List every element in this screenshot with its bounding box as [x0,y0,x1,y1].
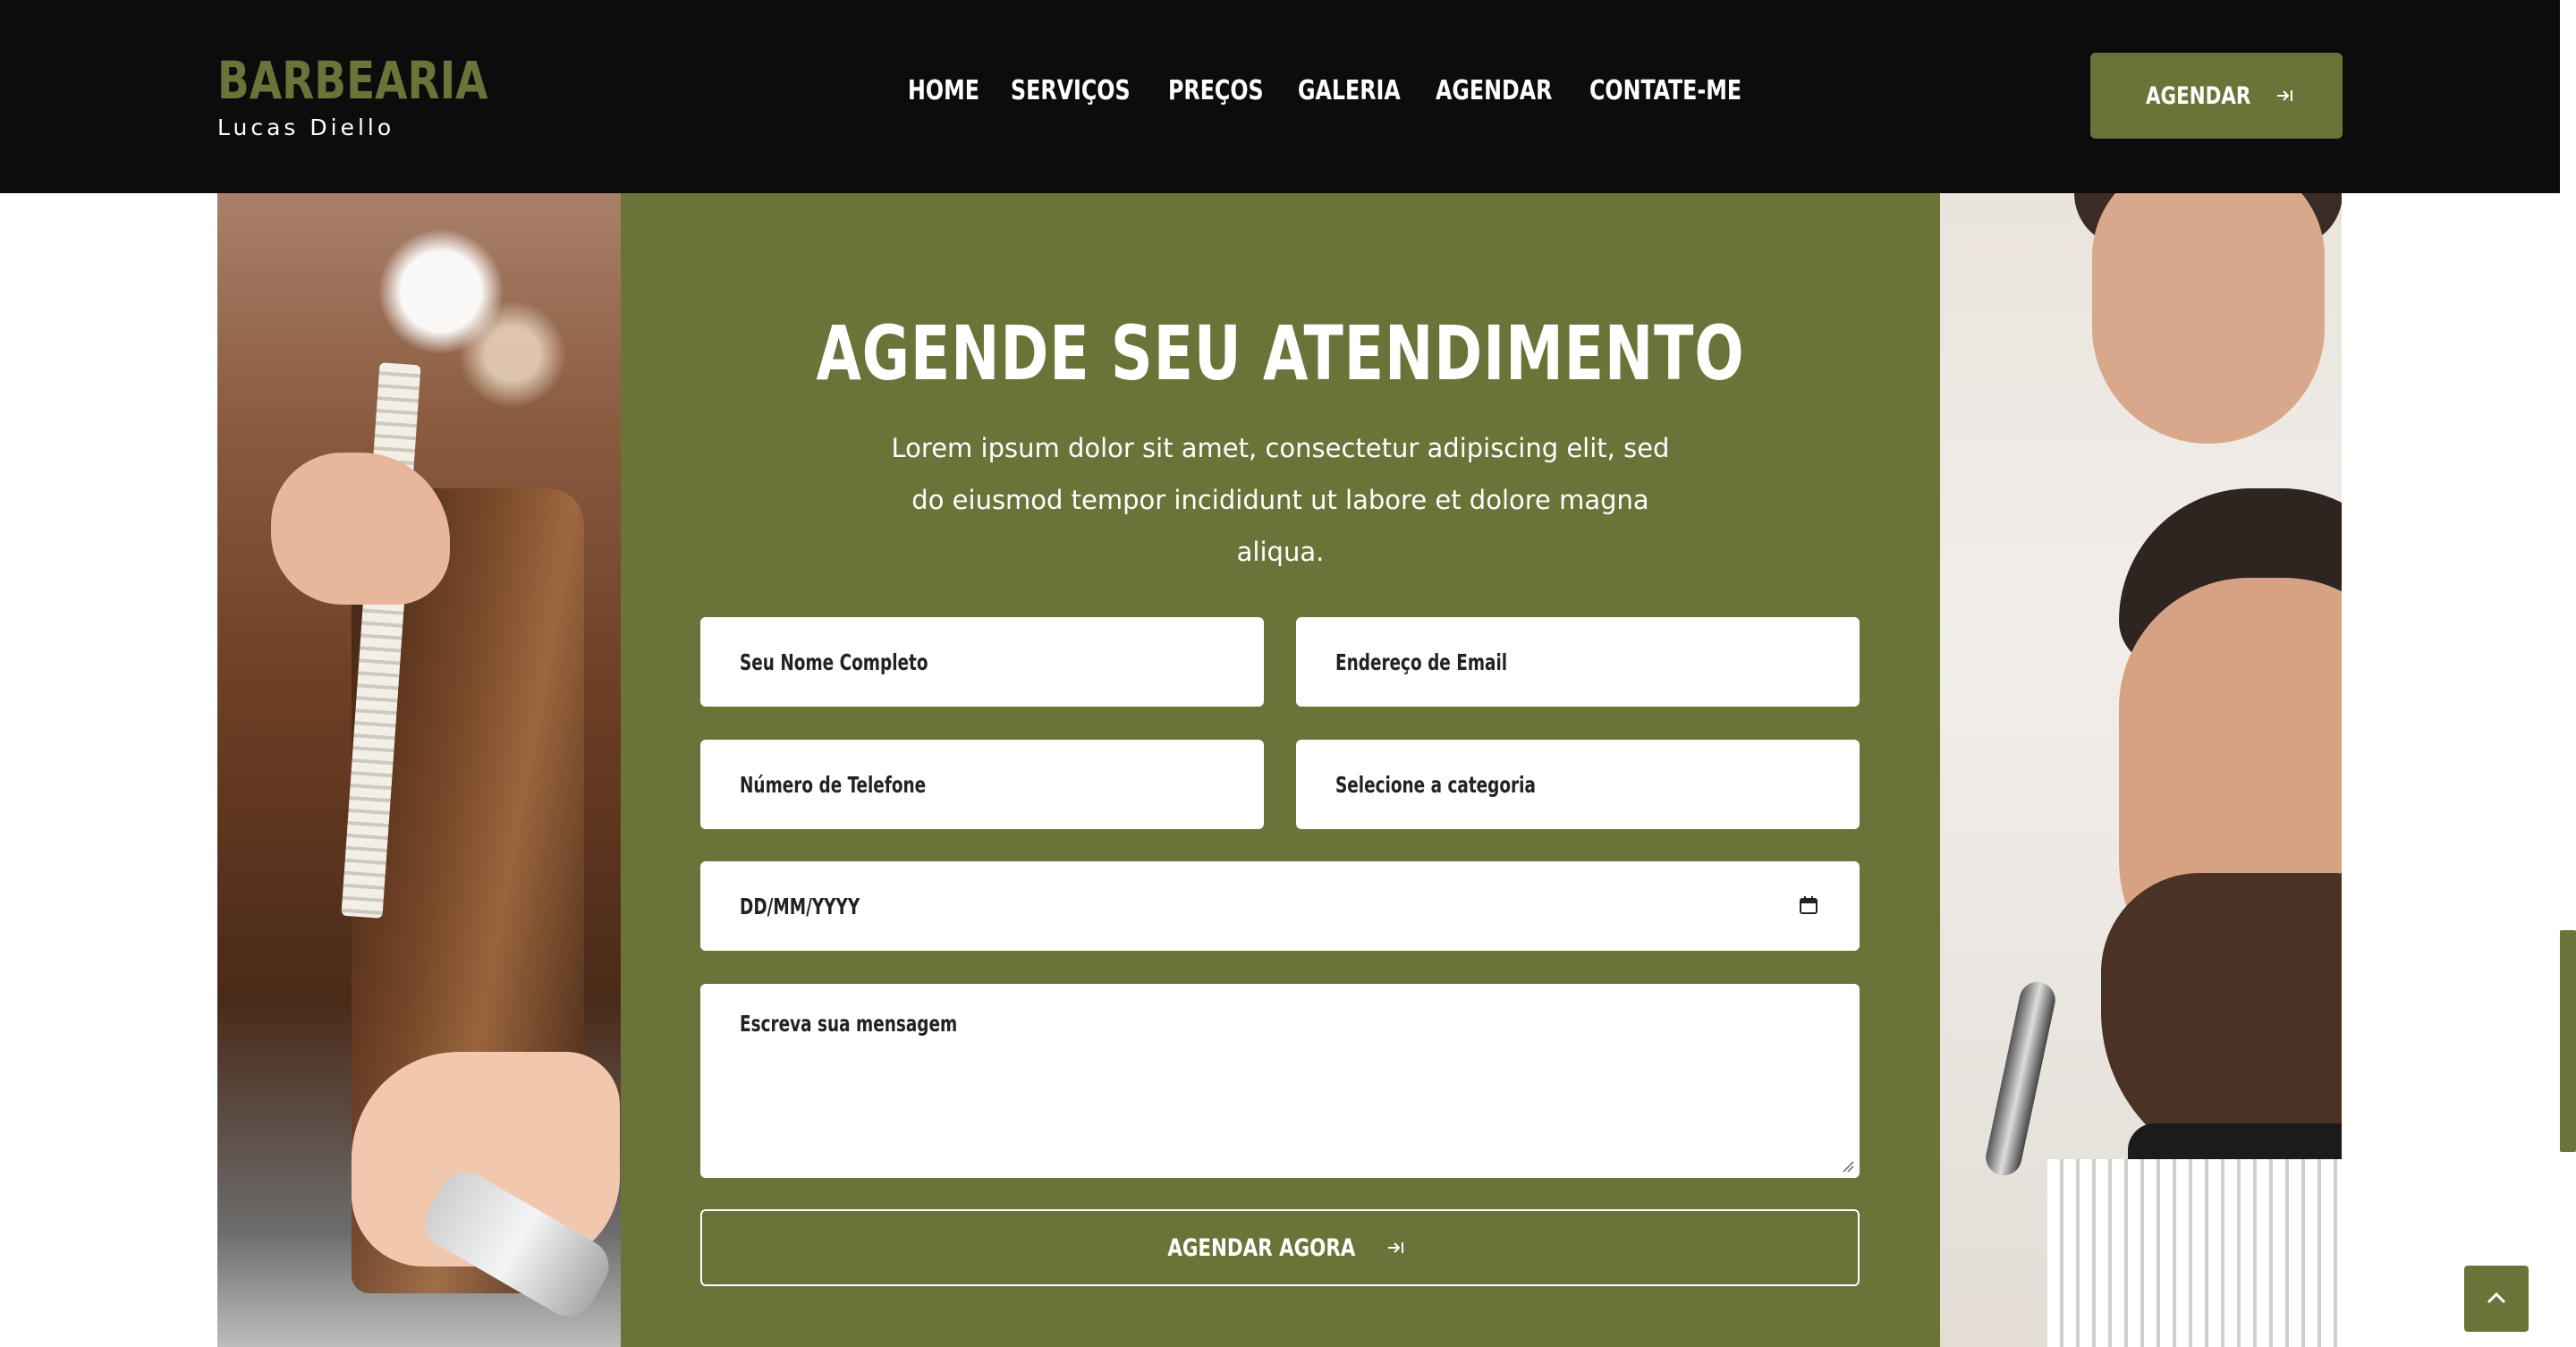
phone-field[interactable]: Número de Telefone [700,740,1264,829]
brand-subtitle: Lucas Diello [217,114,395,140]
scrollbar-thumb[interactable] [2560,930,2576,1152]
site-header: BARBEARIA Lucas Diello HOME SERVIÇOS PRE… [0,0,2560,193]
photo-barber-head [2092,193,2325,444]
photo-hand [271,453,450,605]
message-placeholder: Escreva sua mensagem [740,1011,958,1037]
message-textarea[interactable]: Escreva sua mensagem [700,984,1860,1178]
category-selected: Selecione a categoria [1335,771,1536,798]
nav-agendar[interactable]: AGENDAR [1436,75,1552,106]
main-nav: HOME SERVIÇOS PREÇOS GALERIA AGENDAR CON… [908,75,1752,106]
arrow-right-to-bracket-icon [1388,1242,1404,1253]
nav-home[interactable]: HOME [908,75,979,106]
calendar-icon[interactable] [1799,895,1818,915]
woman-haircut-photo [217,193,621,1347]
scroll-to-top-button[interactable] [2464,1266,2529,1332]
nav-servicos[interactable]: SERVIÇOS [1011,75,1131,106]
agendar-button-label: AGENDAR [2146,81,2251,110]
section-description: Lorem ipsum dolor sit amet, consectetur … [891,433,1670,567]
submit-button-label: AGENDAR AGORA [1166,1233,1356,1262]
email-placeholder: Endereço de Email [1335,648,1508,675]
booking-panel: AGENDE SEU ATENDIMENTO Lorem ipsum dolor… [621,193,1940,1347]
submit-button[interactable]: AGENDAR AGORA [700,1209,1860,1286]
nav-contate-me[interactable]: CONTATE-ME [1589,75,1741,106]
email-field[interactable]: Endereço de Email [1296,617,1860,707]
date-field[interactable]: DD/MM/YYYY [700,861,1860,951]
brand-logo[interactable]: BARBEARIA Lucas Diello [217,47,518,140]
date-placeholder: DD/MM/YYYY [740,893,860,919]
photo-scissors [1982,978,2059,1179]
section-title: AGENDE SEU ATENDIMENTO [621,309,1940,397]
name-placeholder: Seu Nome Completo [740,648,928,675]
brand-title: BARBEARIA [217,50,488,111]
name-field[interactable]: Seu Nome Completo [700,617,1264,707]
photo-cape [2047,1159,2342,1347]
barber-trimming-beard-photo [1940,193,2342,1347]
nav-galeria[interactable]: GALERIA [1298,75,1401,106]
chevron-up-icon [2487,1292,2506,1304]
nav-precos[interactable]: PREÇOS [1168,75,1264,106]
resize-handle-icon[interactable] [1840,1158,1854,1173]
section-title-text: AGENDE SEU ATENDIMENTO [816,309,1745,397]
category-select[interactable]: Selecione a categoria [1296,740,1860,829]
phone-placeholder: Número de Telefone [740,771,927,798]
agendar-button[interactable]: AGENDAR [2090,53,2343,139]
arrow-right-to-bracket-icon [2276,90,2292,101]
